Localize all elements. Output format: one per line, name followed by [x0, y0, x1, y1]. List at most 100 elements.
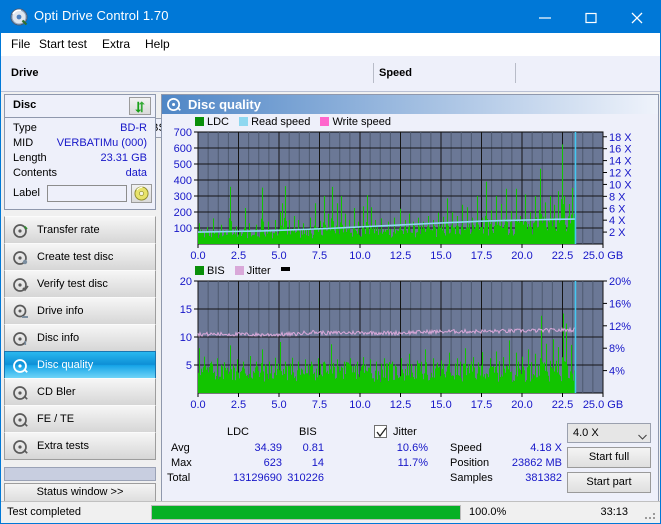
disc-mid-value: VERBATIMu (000) — [57, 137, 147, 149]
legend-swatch-write-speed — [320, 117, 329, 126]
disc-icon — [13, 304, 29, 320]
disc-label-button[interactable] — [131, 184, 152, 203]
svg-text:2.5: 2.5 — [231, 250, 246, 262]
sidebar-item-drive-info[interactable]: Drive info — [4, 297, 156, 325]
svg-text:22.5: 22.5 — [552, 250, 573, 262]
svg-text:10.0: 10.0 — [349, 250, 370, 262]
svg-text:2.5: 2.5 — [231, 399, 246, 411]
chart-ldc: 1002003004005006007002 X4 X6 X8 X10 X12 … — [162, 128, 658, 264]
sidebar-item-extra-tests[interactable]: Extra tests — [4, 432, 156, 460]
svg-text:4%: 4% — [609, 366, 625, 378]
disc-icon — [13, 385, 29, 401]
legend-swatch-extra — [281, 267, 290, 271]
sidebar-item-fe-te[interactable]: FE / TE — [4, 405, 156, 433]
disc-icon — [13, 358, 29, 374]
menu-help[interactable]: Help — [145, 37, 170, 51]
sidebar-item-label: FE / TE — [37, 413, 74, 425]
svg-text:8 X: 8 X — [609, 191, 626, 203]
svg-text:25.0 GB: 25.0 GB — [583, 399, 623, 411]
svg-text:300: 300 — [174, 191, 192, 203]
stats-max-bis: 14 — [272, 457, 324, 469]
jitter-avg-value: 10.6% — [384, 442, 428, 454]
jitter-label: Jitter — [393, 426, 417, 438]
status-window-button[interactable]: Status window >> — [4, 483, 156, 502]
svg-text:400: 400 — [174, 175, 192, 187]
sidebar-item-create-test-disc[interactable]: Create test disc — [4, 243, 156, 271]
svg-text:10: 10 — [180, 332, 192, 344]
speed-stat-label: Speed — [450, 442, 482, 454]
panel-header: Disc quality — [162, 95, 658, 114]
close-button[interactable] — [614, 1, 660, 33]
speed-stat-value: 4.18 X — [490, 442, 562, 454]
svg-text:4 X: 4 X — [609, 215, 626, 227]
disc-length-key: Length — [13, 152, 47, 164]
svg-text:6 X: 6 X — [609, 203, 626, 215]
sidebar-item-transfer-rate[interactable]: Transfer rate — [4, 216, 156, 244]
samples-stat-label: Samples — [450, 472, 493, 484]
svg-text:20.0: 20.0 — [511, 250, 532, 262]
sidebar-item-disc-info[interactable]: Disc info — [4, 324, 156, 352]
legend-label-jitter: Jitter — [247, 265, 271, 277]
menu-start-test[interactable]: Start test — [39, 37, 87, 51]
svg-text:20: 20 — [180, 277, 192, 288]
disc-icon — [13, 250, 29, 266]
chart-bis-legend: BIS Jitter — [195, 265, 290, 277]
chart-bis: 51015204%8%12%16%20%0.02.55.07.510.012.5… — [162, 277, 658, 419]
svg-text:12.5: 12.5 — [390, 250, 411, 262]
test-speed-value: 4.0 X — [573, 427, 599, 439]
svg-text:2 X: 2 X — [609, 227, 626, 239]
svg-text:700: 700 — [174, 128, 192, 139]
legend-label-bis: BIS — [207, 265, 225, 277]
sidebar-item-label: CD Bler — [37, 386, 76, 398]
nav-list: Transfer rate Create test disc Verify te… — [4, 216, 156, 460]
nav-filler — [4, 467, 156, 481]
stats-header-bis: BIS — [299, 426, 317, 438]
sidebar-item-verify-test-disc[interactable]: Verify test disc — [4, 270, 156, 298]
stats-row-total-label: Total — [167, 472, 190, 484]
disc-icon — [13, 412, 29, 428]
stats-row-avg-label: Avg — [171, 442, 190, 454]
sidebar-item-disc-quality[interactable]: Disc quality — [4, 351, 156, 379]
svg-text:12%: 12% — [609, 321, 631, 333]
svg-text:17.5: 17.5 — [471, 250, 492, 262]
menu-file[interactable]: File — [11, 37, 30, 51]
svg-text:7.5: 7.5 — [312, 399, 327, 411]
start-full-button[interactable]: Start full — [567, 447, 651, 468]
svg-text:25.0 GB: 25.0 GB — [583, 250, 623, 262]
legend-swatch-ldc — [195, 117, 204, 126]
disc-icon — [13, 277, 29, 293]
stats-total-bis: 310226 — [272, 472, 324, 484]
disc-label-input[interactable] — [47, 185, 127, 202]
position-stat-label: Position — [450, 457, 489, 469]
stats-header-ldc: LDC — [227, 426, 249, 438]
menu-bar: File Start test Extra Help — [1, 33, 660, 57]
svg-text:5.0: 5.0 — [271, 399, 286, 411]
sidebar-item-cd-bler[interactable]: CD Bler — [4, 378, 156, 406]
jitter-checkbox[interactable] — [374, 425, 387, 438]
maximize-button[interactable] — [568, 1, 614, 33]
disc-label-key: Label — [13, 187, 40, 199]
svg-text:500: 500 — [174, 159, 192, 171]
status-message: Test completed — [7, 506, 81, 518]
app-disc-icon — [10, 8, 28, 26]
svg-text:600: 600 — [174, 143, 192, 155]
app-window: Opti Drive Control 1.70 File Start test … — [0, 0, 661, 524]
legend-swatch-bis — [195, 266, 204, 275]
svg-text:20%: 20% — [609, 277, 631, 288]
start-part-button[interactable]: Start part — [567, 472, 651, 493]
disc-icon — [13, 439, 29, 455]
stats-max-ldc: 623 — [192, 457, 282, 469]
samples-stat-value: 381382 — [490, 472, 562, 484]
resize-grip-icon[interactable] — [645, 509, 657, 521]
stats-row-max-label: Max — [171, 457, 192, 469]
chevron-down-icon — [638, 431, 645, 436]
test-speed-select[interactable]: 4.0 X — [567, 423, 651, 443]
minimize-button[interactable] — [522, 1, 568, 33]
menu-extra[interactable]: Extra — [102, 37, 130, 51]
sidebar-item-label: Disc info — [37, 332, 79, 344]
disc-refresh-button[interactable] — [129, 97, 151, 115]
disc-icon — [13, 331, 29, 347]
legend-label-ldc: LDC — [207, 116, 229, 128]
window-title: Opti Drive Control 1.70 — [34, 8, 169, 23]
svg-text:16 X: 16 X — [609, 144, 632, 156]
